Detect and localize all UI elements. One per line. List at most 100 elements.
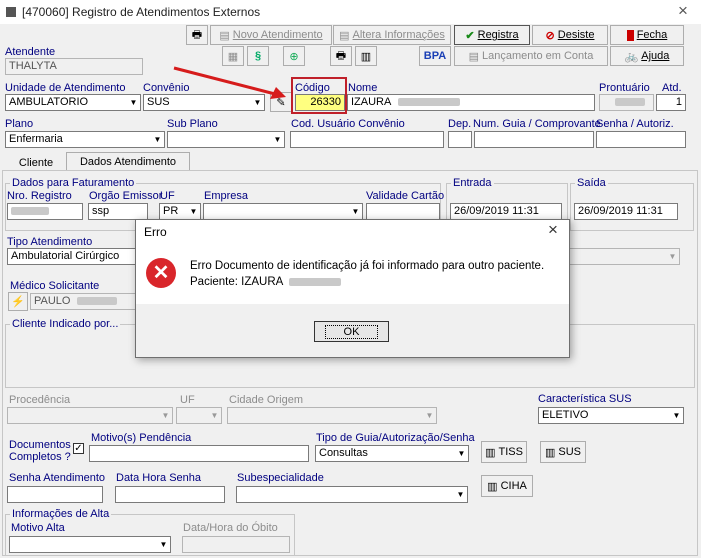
tab-dados-atendimento[interactable]: Dados Atendimento <box>66 152 190 171</box>
atendente-label: Atendente <box>5 46 56 58</box>
ok-button[interactable]: OK <box>314 321 389 342</box>
chevron-down-icon: ▼ <box>271 132 284 147</box>
novo-atendimento-button[interactable]: ▤ Novo Atendimento <box>210 25 332 45</box>
dep-field[interactable] <box>448 131 472 148</box>
orgao-field[interactable]: ssp <box>88 203 148 220</box>
registra-label: Registra <box>477 29 519 41</box>
fecha-button[interactable]: Fecha <box>610 25 684 45</box>
chevron-down-icon: ▼ <box>187 204 200 219</box>
ajuda-button[interactable]: 🚲 Ajuda <box>610 46 684 66</box>
subplano-select[interactable]: ▼ <box>167 131 285 148</box>
chevron-down-icon: ▼ <box>423 408 436 423</box>
tiss-button[interactable]: ▥ TISS <box>481 441 527 463</box>
tipo-guia-select[interactable]: Consultas ▼ <box>315 445 469 462</box>
redacted-medico <box>76 297 117 306</box>
novo-atendimento-label: Novo Atendimento <box>232 29 323 41</box>
edit-doc-icon: ▤ <box>339 29 350 42</box>
empresa-select[interactable]: ▼ <box>203 203 363 220</box>
chevron-down-icon: ▼ <box>208 408 221 423</box>
registra-button[interactable]: ✔ Registra <box>454 25 530 45</box>
codigo-field[interactable]: 26330 <box>295 94 345 111</box>
motivo-pendencia-label: Motivo(s) Pendência <box>91 432 192 444</box>
data-hora-senha-field[interactable] <box>115 486 225 503</box>
num-guia-label: Num. Guia / Comprovante <box>473 118 601 130</box>
tipo-guia-label: Tipo de Guia/Autorização/Senha <box>316 432 475 444</box>
dialog-title: Erro <box>144 225 167 239</box>
chevron-down-icon: ▼ <box>159 408 172 423</box>
sus-button[interactable]: ▥ SUS <box>540 441 586 463</box>
nome-field[interactable]: IZAURA <box>347 94 595 111</box>
documentos-checkbox[interactable]: ✓ <box>73 443 84 454</box>
printer-icon: 🖶 <box>191 28 203 41</box>
ledger-icon: ▤ <box>468 50 480 63</box>
dialog-paciente: Paciente: IZAURA <box>190 276 283 288</box>
red-arrow-annotation <box>173 66 286 99</box>
print-list-button[interactable]: 🖶 <box>330 46 352 66</box>
tipo-atendimento-select[interactable]: Ambulatorial Cirúrgico <box>7 248 137 265</box>
tab-cliente[interactable]: Cliente <box>7 155 65 171</box>
validade-label: Validade Cartão <box>366 190 445 202</box>
cod-usuario-field[interactable] <box>290 131 444 148</box>
senha-atendimento-label: Senha Atendimento <box>9 472 106 484</box>
calculator-icon: ▦ <box>227 50 239 63</box>
bpa-button[interactable]: BPA <box>419 46 451 66</box>
altera-informacoes-button[interactable]: ▤ Altera Informações <box>333 25 451 45</box>
senha-atendimento-field[interactable] <box>7 486 103 503</box>
senha-autoriz-field[interactable] <box>596 131 686 148</box>
nro-registro-label: Nro. Registro <box>7 190 72 202</box>
printer-icon-2: 🖶 <box>335 49 347 62</box>
documentos-label: Documentos Completos ? <box>9 439 71 463</box>
cidade-origem-select: ▼ <box>227 407 437 424</box>
books-icon: ▥ <box>360 50 372 63</box>
unidade-select[interactable]: AMBULATORIO ▼ <box>5 94 141 111</box>
app-icon <box>6 7 16 17</box>
books-icon-tiss: ▥ <box>485 446 496 459</box>
motivo-pendencia-field[interactable] <box>89 445 309 462</box>
lancamento-conta-button[interactable]: ▤ Lançamento em Conta <box>454 46 608 66</box>
tipo-atendimento-label: Tipo Atendimento <box>7 236 93 248</box>
error-dialog: Erro × ✕ Erro Documento de identificação… <box>135 219 570 358</box>
ciha-button[interactable]: ▥ CIHA <box>481 475 533 497</box>
validade-field[interactable] <box>366 203 440 220</box>
altera-label: Altera Informações <box>352 29 445 41</box>
plano-select[interactable]: Enfermaria ▼ <box>5 131 165 148</box>
saida-field[interactable]: 26/09/2019 11:31 <box>574 203 678 220</box>
books-button[interactable]: ▥ <box>355 46 377 66</box>
obito-field <box>182 536 290 553</box>
num-guia-field[interactable] <box>474 131 594 148</box>
faturamento-group-title: Dados para Faturamento <box>10 177 137 189</box>
nro-registro-field[interactable] <box>7 203 83 220</box>
cidade-origem-label: Cidade Origem <box>229 394 303 406</box>
dialog-paciente-label: Paciente: IZAURA <box>190 276 341 288</box>
error-icon: ✕ <box>146 258 176 288</box>
fecha-label: Fecha <box>636 29 668 41</box>
entrada-field[interactable]: 26/09/2019 11:31 <box>450 203 562 220</box>
desiste-button[interactable]: ⊘ Desiste <box>532 25 608 45</box>
motivo-alta-select[interactable]: ▼ <box>9 536 171 553</box>
zoom-button[interactable]: ⊕ <box>283 46 305 66</box>
calculator-button[interactable]: ▦ <box>222 46 244 66</box>
medico-search-button[interactable]: ⚡ <box>8 292 28 311</box>
prontuario-field <box>599 94 654 111</box>
uf-select[interactable]: PR ▼ <box>159 203 201 220</box>
window-close-button[interactable]: × <box>678 1 688 21</box>
saida-label: Saída <box>575 177 608 189</box>
chevron-down-icon: ▼ <box>151 132 164 147</box>
medico-field: PAULO <box>30 293 138 310</box>
check-icon: ✔ <box>465 29 475 42</box>
proc-uf-select: ▼ <box>176 407 222 424</box>
redacted-surname <box>397 98 460 107</box>
cliente-indicado-label: Cliente Indicado por... <box>10 318 121 330</box>
atd-field[interactable]: 1 <box>656 94 686 111</box>
caracteristica-sus-select[interactable]: ELETIVO ▼ <box>538 407 684 424</box>
search-patient-button[interactable]: § <box>247 46 269 66</box>
lancamento-label: Lançamento em Conta <box>482 50 594 62</box>
subespecialidade-select[interactable]: ▼ <box>236 486 468 503</box>
dialog-close-button[interactable]: × <box>548 220 558 240</box>
chevron-down-icon: ▼ <box>454 487 467 502</box>
chevron-down-icon: ▼ <box>127 95 140 110</box>
prontuario-label: Prontuário <box>599 82 650 94</box>
atendente-field: THALYTA <box>5 58 143 75</box>
help-icon: 🚲 <box>624 50 639 63</box>
print-button[interactable]: 🖶 <box>186 25 208 45</box>
